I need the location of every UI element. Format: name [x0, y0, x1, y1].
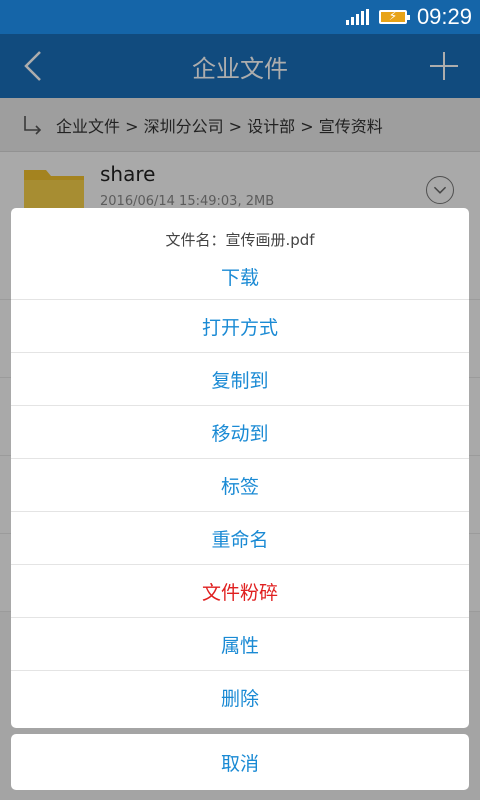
copy-to-button[interactable]: 复制到: [11, 353, 469, 406]
clock: 09:29: [416, 4, 472, 29]
battery-icon: ⚡: [378, 9, 410, 24]
rename-button[interactable]: 重命名: [11, 512, 469, 565]
action-sheet: 文件名：宣传画册.pdf 下载 打开方式 复制到 移动到 标签 重命名 文件粉碎…: [11, 208, 469, 728]
open-with-button[interactable]: 打开方式: [11, 300, 469, 353]
move-to-button[interactable]: 移动到: [11, 406, 469, 459]
download-button[interactable]: 下载: [11, 254, 469, 300]
cancel-button[interactable]: 取消: [11, 734, 469, 790]
status-bar: ⚡ 09:29: [0, 0, 480, 34]
shred-file-button[interactable]: 文件粉碎: [11, 565, 469, 618]
sheet-title: 文件名：宣传画册.pdf: [165, 231, 315, 249]
signal-icon: [345, 9, 369, 25]
delete-button[interactable]: 删除: [11, 671, 469, 724]
properties-button[interactable]: 属性: [11, 618, 469, 671]
tag-button[interactable]: 标签: [11, 459, 469, 512]
